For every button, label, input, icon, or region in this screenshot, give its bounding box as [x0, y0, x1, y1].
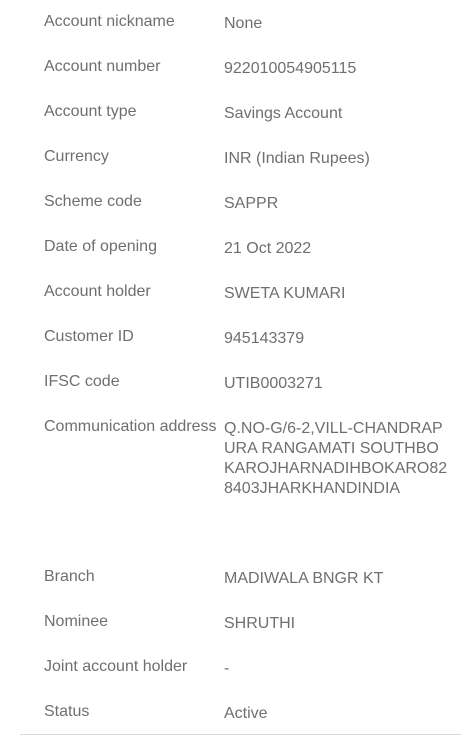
bottom-divider [20, 734, 461, 735]
detail-value: Q.NO-G/6-2,VILL-CHANDRAPURA RANGAMATI SO… [224, 420, 448, 497]
detail-value: SAPPR [224, 195, 279, 212]
detail-row-account-number: Account number 922010054905115 [0, 57, 356, 79]
detail-row-ifsc-code: IFSC code UTIB0003271 [0, 372, 323, 394]
detail-row-communication-address: Communication address Q.NO-G/6-2,VILL-CH… [0, 417, 449, 499]
detail-value: Active [224, 705, 268, 722]
detail-value: 21 Oct 2022 [224, 240, 312, 257]
detail-label: Joint account holder [44, 658, 188, 675]
detail-row-date-of-opening: Date of opening 21 Oct 2022 [0, 237, 311, 259]
detail-row-account-type: Account type Savings Account [0, 102, 342, 124]
detail-label: Branch [44, 568, 95, 585]
detail-label: Account holder [44, 283, 151, 300]
detail-row-nominee: Nominee SHRUTHI [0, 612, 295, 634]
detail-label: Status [44, 703, 90, 720]
detail-row-customer-id: Customer ID 945143379 [0, 327, 304, 349]
detail-value: 945143379 [224, 330, 305, 347]
detail-label: Nominee [44, 613, 109, 630]
detail-row-account-holder: Account holder SWETA KUMARI [0, 282, 346, 304]
detail-label: Account type [44, 103, 137, 120]
detail-value: UTIB0003271 [224, 375, 323, 392]
detail-value: SWETA KUMARI [224, 285, 346, 302]
detail-label: Customer ID [44, 328, 134, 345]
detail-value: - [224, 660, 230, 677]
detail-label: Currency [44, 148, 109, 165]
detail-value: INR (Indian Rupees) [224, 150, 370, 167]
detail-row-scheme-code: Scheme code SAPPR [0, 192, 278, 214]
detail-label: Scheme code [44, 193, 142, 210]
detail-label: Account nickname [44, 13, 175, 30]
detail-value: SHRUTHI [224, 615, 296, 632]
detail-label: Account number [44, 58, 161, 75]
detail-label: Date of opening [44, 238, 157, 255]
detail-row-account-nickname: Account nickname None [0, 12, 262, 34]
detail-row-status: Status Active [0, 702, 268, 724]
detail-row-joint-account-holder: Joint account holder - [0, 657, 229, 679]
detail-label: Communication address [44, 418, 217, 435]
detail-value: None [224, 15, 263, 32]
detail-value: 922010054905115 [224, 60, 357, 77]
detail-label: IFSC code [44, 373, 120, 390]
detail-row-branch: Branch MADIWALA BNGR KT [0, 567, 383, 589]
detail-row-currency: Currency INR (Indian Rupees) [0, 147, 370, 169]
detail-value: Savings Account [224, 105, 343, 122]
detail-value: MADIWALA BNGR KT [224, 570, 384, 587]
